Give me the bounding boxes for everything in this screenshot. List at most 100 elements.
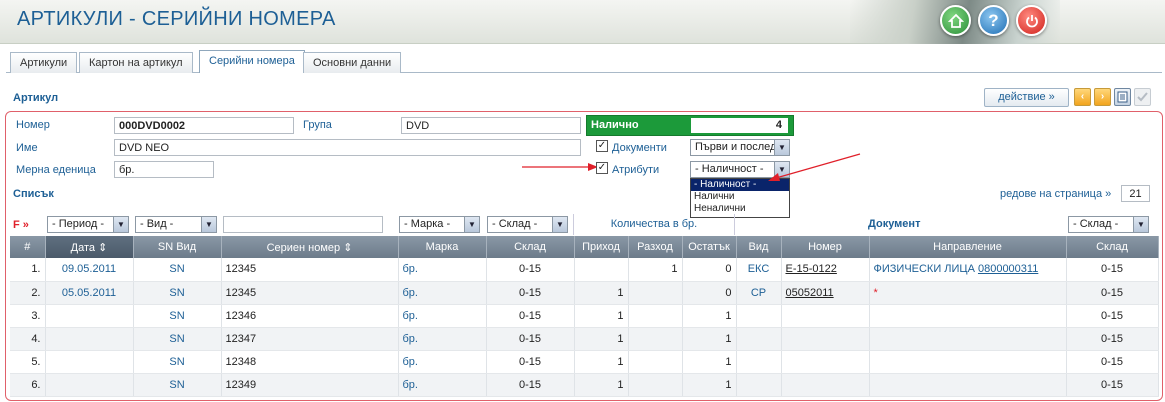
col-doc-warehouse[interactable]: Склад (1066, 236, 1159, 258)
sort-icon: ⇕ (98, 241, 108, 254)
home-button[interactable] (940, 5, 971, 36)
row-out (628, 373, 683, 397)
col-date[interactable]: Дата ⇕ (45, 236, 134, 258)
row-doc-number[interactable]: E-15-0122 (781, 258, 870, 282)
documents-label: Документи (612, 142, 667, 154)
row-rest: 0 (682, 281, 737, 305)
row-doc-kind[interactable]: СР (736, 281, 782, 305)
rows-per-page-field[interactable]: 21 (1121, 185, 1150, 202)
col-out[interactable]: Разход (628, 236, 683, 258)
row-direction (869, 350, 1067, 374)
row-sn-kind: SN (133, 281, 222, 305)
table-row[interactable]: 4. SN 12347 бр. 0-15 1 1 0-15 (10, 327, 1159, 351)
row-direction-text: ФИЗИЧЕСКИ ЛИЦА (873, 263, 975, 276)
availability-select-value: - Наличност - (695, 163, 764, 175)
row-doc-number[interactable] (781, 304, 870, 328)
brand-filter-value: - Марка - (404, 218, 451, 230)
row-doc-kind[interactable] (736, 327, 782, 351)
section-list-label: Списък (13, 188, 54, 200)
row-in: 1 (574, 373, 629, 397)
brand-filter[interactable]: - Марка - ▼ (399, 216, 480, 233)
home-icon (947, 13, 964, 28)
dropdown-option[interactable]: Налични (691, 191, 789, 203)
col-sn-kind[interactable]: SN Вид (133, 236, 222, 258)
next-button[interactable]: › (1094, 88, 1111, 106)
row-index: 6. (10, 373, 46, 397)
row-rest: 1 (682, 327, 737, 351)
row-doc-number[interactable] (781, 373, 870, 397)
annotation-arrow-left (522, 163, 598, 171)
list-view-button[interactable] (1114, 88, 1131, 106)
chevron-down-icon: ▼ (201, 217, 216, 232)
col-date-label: Дата (70, 241, 96, 254)
col-doc-number[interactable]: Номер (781, 236, 870, 258)
row-out (628, 304, 683, 328)
col-warehouse[interactable]: Склад (486, 236, 575, 258)
confirm-button[interactable] (1134, 88, 1151, 106)
table-row[interactable]: 5. SN 12348 бр. 0-15 1 1 0-15 (10, 350, 1159, 374)
number-label: Номер (16, 119, 50, 131)
serial-filter-input[interactable] (223, 216, 383, 233)
help-button[interactable]: ? (978, 5, 1009, 36)
row-doc-kind[interactable]: ЕКС (736, 258, 782, 282)
row-warehouse: 0-15 (486, 281, 575, 305)
group-field[interactable]: DVD (401, 117, 581, 134)
prev-button[interactable]: ‹ (1074, 88, 1091, 106)
warehouse-filter[interactable]: - Склад - ▼ (487, 216, 568, 233)
chevron-left-icon: ‹ (1080, 91, 1085, 102)
row-doc-number[interactable] (781, 350, 870, 374)
tab-basic-data[interactable]: Основни данни (303, 52, 402, 73)
quantities-header: Количества в бр. (573, 214, 735, 235)
attributes-checkbox[interactable]: ✓ (596, 162, 608, 174)
action-button[interactable]: действие » (984, 88, 1069, 107)
kind-filter[interactable]: - Вид - ▼ (135, 216, 217, 233)
col-rest[interactable]: Остатък (682, 236, 737, 258)
row-in: 1 (574, 327, 629, 351)
check-icon: ✓ (597, 162, 607, 173)
row-direction (869, 304, 1067, 328)
col-direction[interactable]: Направление (869, 236, 1067, 258)
row-doc-number[interactable] (781, 327, 870, 351)
tab-article-card[interactable]: Картон на артикул (79, 52, 193, 73)
power-button[interactable] (1016, 5, 1047, 36)
help-icon: ? (988, 10, 999, 30)
table-row[interactable]: 2. 05.05.2011 SN 12345 бр. 0-15 1 0 СР 05052011 * 0… (10, 281, 1159, 305)
col-in[interactable]: Приход (574, 236, 629, 258)
row-doc-kind[interactable] (736, 350, 782, 374)
table-row[interactable]: 6. SN 12349 бр. 0-15 1 1 0-15 (10, 373, 1159, 397)
available-box: Налично 4 (586, 115, 794, 136)
doc-warehouse-filter[interactable]: - Склад - ▼ (1068, 216, 1149, 233)
row-doc-kind[interactable] (736, 373, 782, 397)
row-doc-warehouse: 0-15 (1066, 258, 1159, 282)
col-doc-kind[interactable]: Вид (736, 236, 782, 258)
row-doc-number[interactable]: 05052011 (781, 281, 870, 305)
row-out (628, 350, 683, 374)
filter-toggle[interactable]: F » (13, 219, 29, 231)
documents-checkbox[interactable]: ✓ (596, 140, 608, 152)
power-icon (1025, 14, 1038, 27)
row-doc-kind[interactable] (736, 304, 782, 328)
col-serial[interactable]: Сериен номер ⇕ (221, 236, 399, 258)
row-serial: 12348 (221, 350, 399, 374)
table-row[interactable]: 1. 09.05.2011 SN 12345 бр. 0-15 1 0 ЕКС E-15-0122… (10, 258, 1159, 282)
name-field[interactable]: DVD NEO (114, 139, 581, 156)
row-direction-link[interactable]: 0800000311 (978, 263, 1038, 275)
row-sn-kind: SN (133, 350, 222, 374)
check-icon (1137, 92, 1148, 102)
unit-field[interactable]: бр. (114, 161, 214, 178)
period-filter[interactable]: - Период - ▼ (47, 216, 129, 233)
row-in: 1 (574, 281, 629, 305)
number-field[interactable]: 000DVD0002 (114, 117, 294, 134)
available-label: Налично (591, 119, 639, 131)
list-icon (1117, 91, 1128, 103)
chevron-down-icon: ▼ (1133, 217, 1148, 232)
row-doc-warehouse: 0-15 (1066, 281, 1159, 305)
col-brand[interactable]: Марка (398, 236, 487, 258)
row-brand: бр. (398, 304, 487, 328)
serial-numbers-table: # Дата ⇕ SN Вид Сериен номер ⇕ Марка Скл… (10, 236, 1159, 397)
table-row[interactable]: 3. SN 12346 бр. 0-15 1 1 0-15 (10, 304, 1159, 328)
chevron-down-icon: ▼ (113, 217, 128, 232)
tab-articles[interactable]: Артикули (10, 52, 78, 73)
tab-serial-numbers[interactable]: Серийни номера (199, 50, 305, 73)
doc-warehouse-filter-value: - Склад - (1073, 218, 1119, 230)
